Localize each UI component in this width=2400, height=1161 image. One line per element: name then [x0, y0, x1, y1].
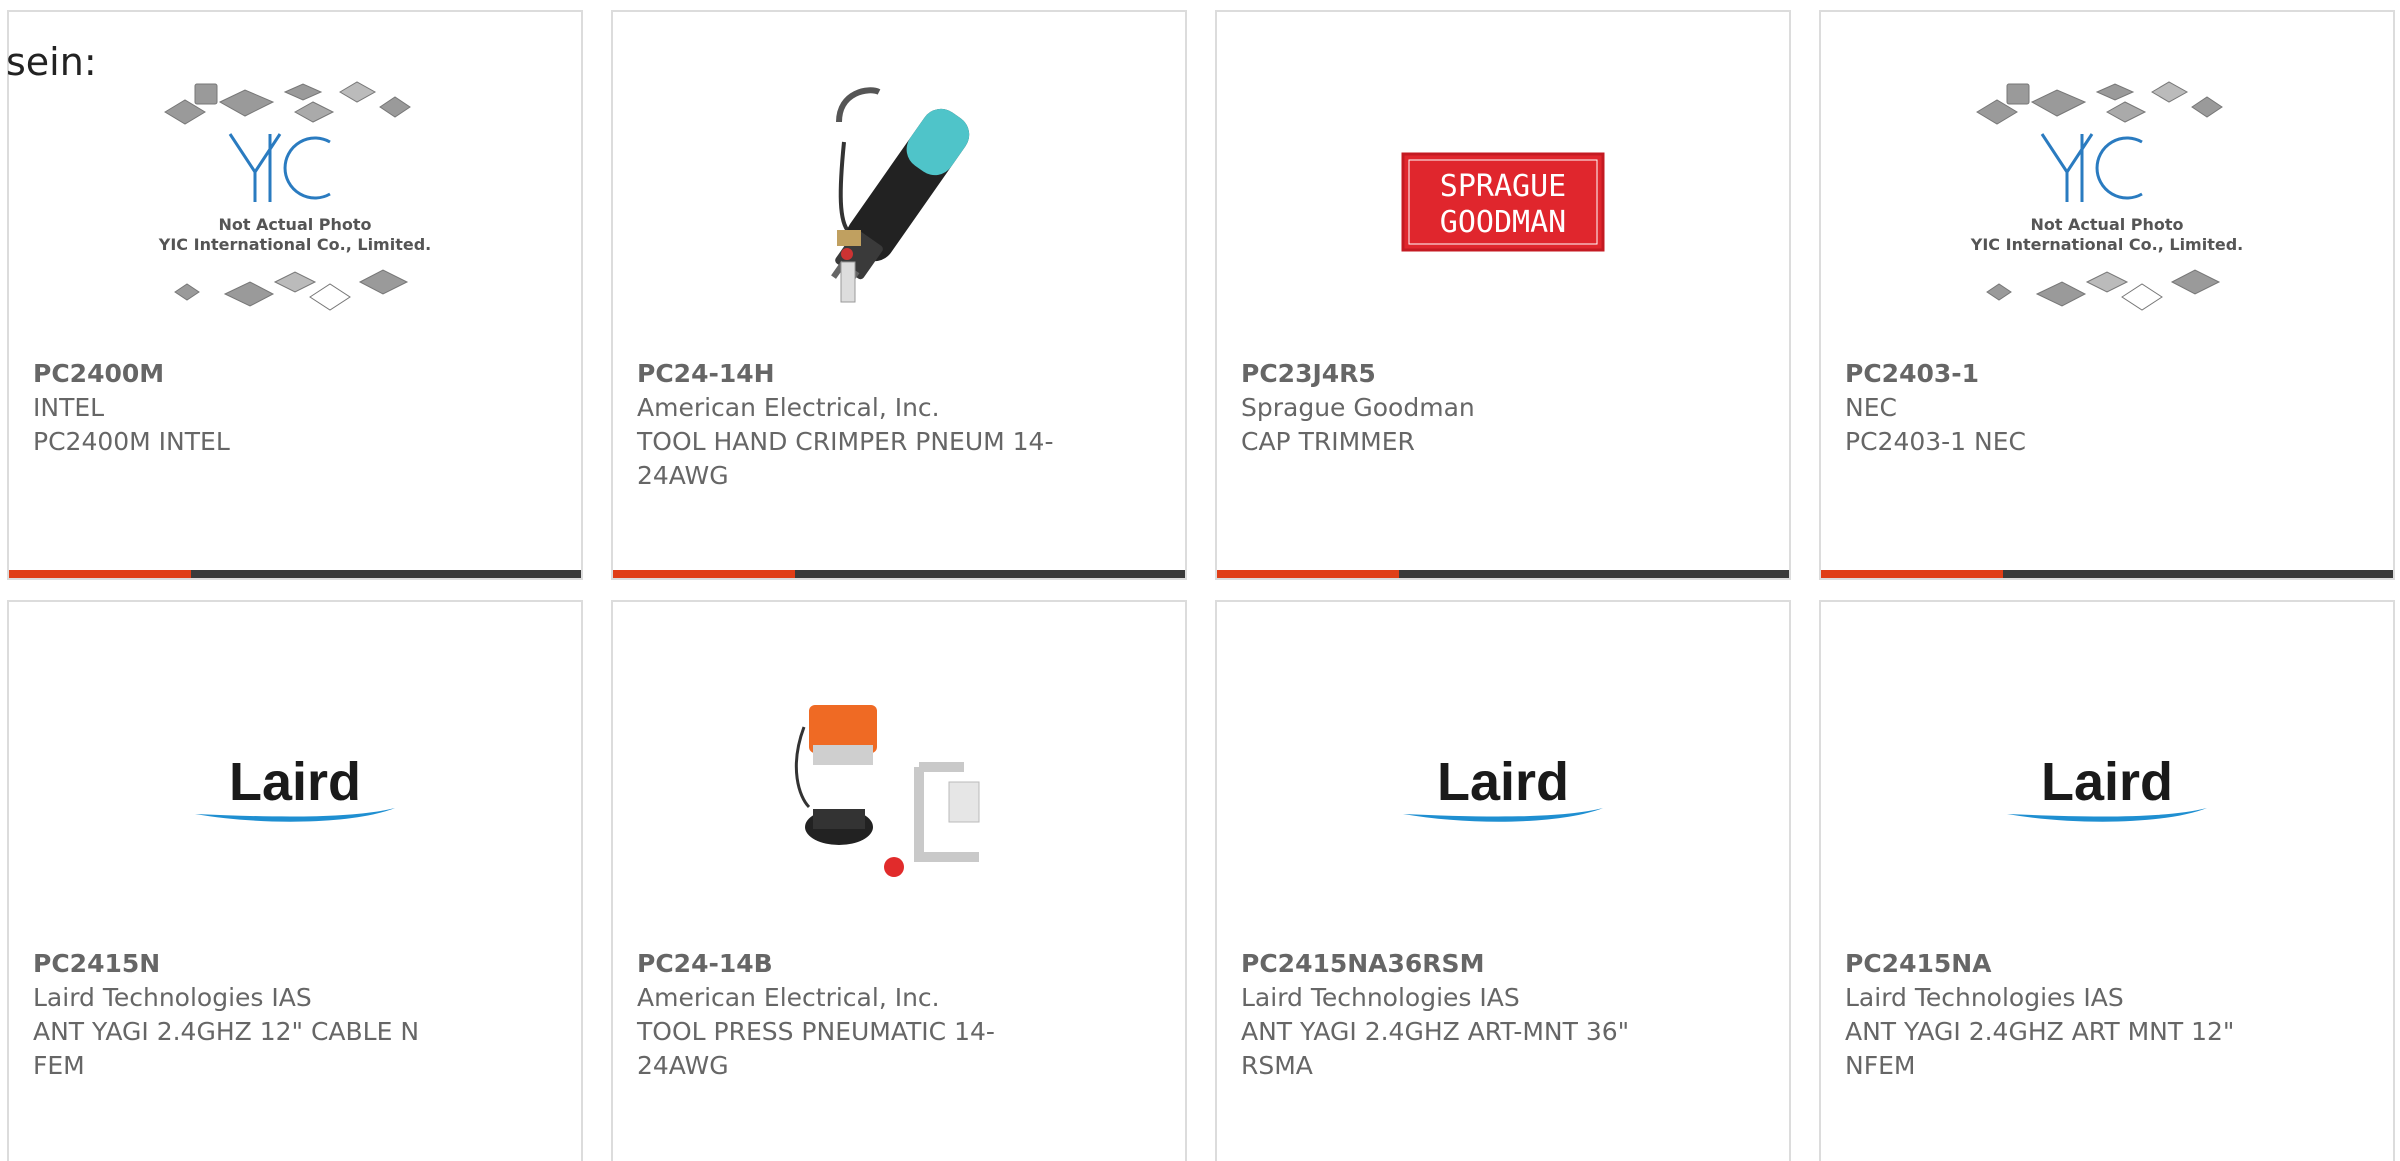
- product-info: PC2400M INTEL PC2400M INTEL: [33, 357, 453, 459]
- product-card[interactable]: Laird PC2415N Laird Technologies IAS ANT…: [7, 600, 583, 1161]
- yic-caption-line1: Not Actual Photo: [2030, 215, 2183, 234]
- product-card[interactable]: Not Actual Photo YIC International Co., …: [7, 10, 583, 580]
- product-info: PC24-14H American Electrical, Inc. TOOL …: [637, 357, 1057, 493]
- card-bottom-bar: [1217, 570, 1789, 578]
- product-card[interactable]: PC24-14B American Electrical, Inc. TOOL …: [611, 600, 1187, 1161]
- product-card[interactable]: Laird PC2415NA Laird Technologies IAS AN…: [1819, 600, 2395, 1161]
- yic-caption-line2: YIC International Co., Limited.: [158, 235, 431, 254]
- product-card[interactable]: PC24-14H American Electrical, Inc. TOOL …: [611, 10, 1187, 580]
- yic-placeholder-image[interactable]: Not Actual Photo YIC International Co., …: [1821, 52, 2393, 352]
- manufacturer: Laird Technologies IAS: [33, 983, 312, 1012]
- description: TOOL HAND CRIMPER PNEUM 14-24AWG: [637, 427, 1054, 490]
- page-heading: sein:: [6, 40, 97, 84]
- yic-caption-line1: Not Actual Photo: [218, 215, 371, 234]
- manufacturer: NEC: [1845, 393, 1897, 422]
- description: ANT YAGI 2.4GHZ 12" CABLE N FEM: [33, 1017, 420, 1080]
- yic-caption-line2: YIC International Co., Limited.: [1970, 235, 2243, 254]
- crimper-tool-image[interactable]: [613, 52, 1185, 352]
- yic-placeholder-image[interactable]: Not Actual Photo YIC International Co., …: [9, 52, 581, 352]
- part-number[interactable]: PC2415NA: [1845, 947, 2265, 981]
- product-info: PC23J4R5 Sprague Goodman CAP TRIMMER: [1241, 357, 1661, 459]
- card-bottom-bar: [9, 570, 581, 578]
- part-number[interactable]: PC2400M: [33, 357, 453, 391]
- manufacturer: American Electrical, Inc.: [637, 393, 940, 422]
- card-bottom-bar: [1821, 570, 2393, 578]
- laird-logo[interactable]: Laird: [1217, 642, 1789, 942]
- manufacturer: Sprague Goodman: [1241, 393, 1475, 422]
- sprague-goodman-logo[interactable]: SPRAGUE GOODMAN: [1217, 52, 1789, 352]
- description: ANT YAGI 2.4GHZ ART-MNT 36" RSMA: [1241, 1017, 1630, 1080]
- description: PC2400M INTEL: [33, 427, 230, 456]
- product-info: PC24-14B American Electrical, Inc. TOOL …: [637, 947, 1057, 1083]
- description: PC2403-1 NEC: [1845, 427, 2026, 456]
- manufacturer: Laird Technologies IAS: [1845, 983, 2124, 1012]
- product-info: PC2403-1 NEC PC2403-1 NEC: [1845, 357, 2265, 459]
- manufacturer: Laird Technologies IAS: [1241, 983, 1520, 1012]
- product-info: PC2415NA36RSM Laird Technologies IAS ANT…: [1241, 947, 1661, 1083]
- pneumatic-press-image[interactable]: [613, 642, 1185, 942]
- manufacturer: INTEL: [33, 393, 105, 422]
- description: ANT YAGI 2.4GHZ ART MNT 12" NFEM: [1845, 1017, 2235, 1080]
- part-number[interactable]: PC2403-1: [1845, 357, 2265, 391]
- part-number[interactable]: PC2415NA36RSM: [1241, 947, 1661, 981]
- description: CAP TRIMMER: [1241, 427, 1415, 456]
- part-number[interactable]: PC2415N: [33, 947, 453, 981]
- sprague-logo-line1: SPRAGUE: [1440, 169, 1566, 204]
- product-card[interactable]: Not Actual Photo YIC International Co., …: [1819, 10, 2395, 580]
- manufacturer: American Electrical, Inc.: [637, 983, 940, 1012]
- laird-logo[interactable]: Laird: [1821, 642, 2393, 942]
- part-number[interactable]: PC23J4R5: [1241, 357, 1661, 391]
- laird-logo[interactable]: Laird: [9, 642, 581, 942]
- sprague-logo-line2: GOODMAN: [1440, 205, 1566, 240]
- product-info: PC2415N Laird Technologies IAS ANT YAGI …: [33, 947, 453, 1083]
- product-info: PC2415NA Laird Technologies IAS ANT YAGI…: [1845, 947, 2265, 1083]
- part-number[interactable]: PC24-14H: [637, 357, 1057, 391]
- product-card[interactable]: Laird PC2415NA36RSM Laird Technologies I…: [1215, 600, 1791, 1161]
- product-grid-page: sein: Not Actual Photo YIC International…: [0, 0, 2400, 1161]
- product-card[interactable]: SPRAGUE GOODMAN PC23J4R5 Sprague Goodman…: [1215, 10, 1791, 580]
- part-number[interactable]: PC24-14B: [637, 947, 1057, 981]
- laird-wordmark: Laird: [229, 752, 361, 812]
- laird-wordmark: Laird: [2041, 752, 2173, 812]
- description: TOOL PRESS PNEUMATIC 14-24AWG: [637, 1017, 995, 1080]
- laird-wordmark: Laird: [1437, 752, 1569, 812]
- card-bottom-bar: [613, 570, 1185, 578]
